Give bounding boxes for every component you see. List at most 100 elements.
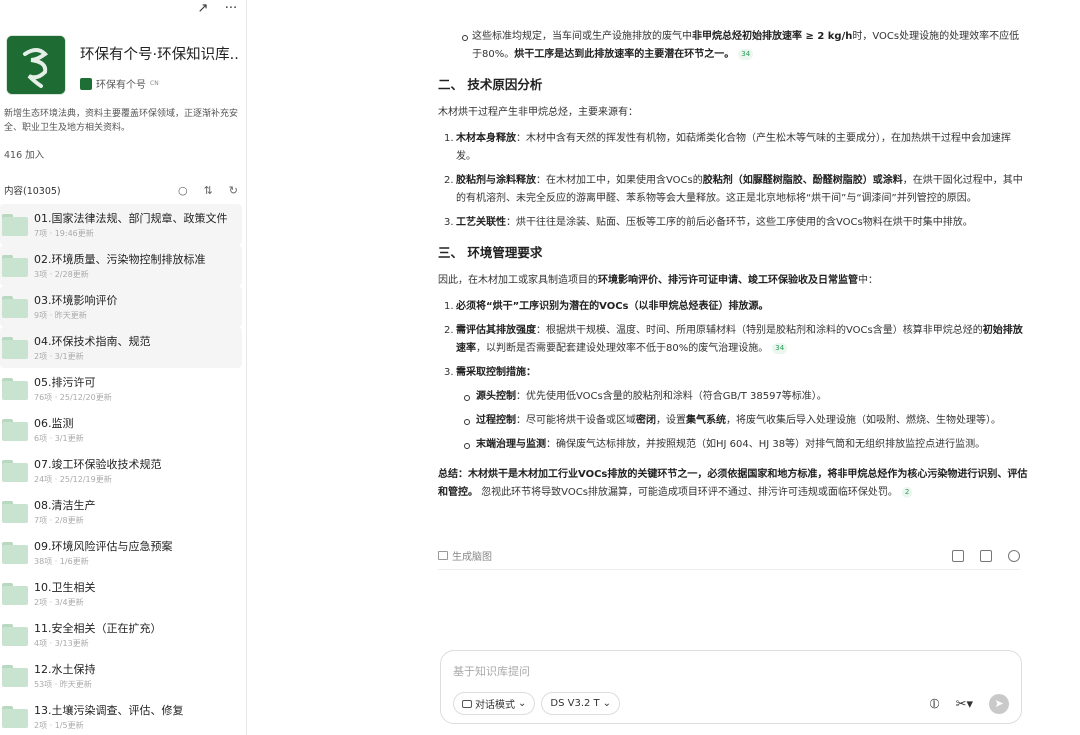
edit-icon[interactable] bbox=[952, 549, 964, 562]
citation-badge[interactable]: 34 bbox=[738, 48, 754, 60]
reply-bullet: 这些标准均规定，当车间或生产设施排放的废气中非甲烷总烃初始排放速率 ≥ 2 kg… bbox=[438, 28, 1028, 64]
folder-item[interactable]: 09.环境风险评估与应急预案 38项 · 1/6更新 bbox=[0, 532, 242, 573]
kb-logo bbox=[6, 35, 66, 95]
folder-meta: 3项 · 2/28更新 bbox=[34, 270, 89, 279]
content-count-label: 内容(10305) bbox=[4, 186, 61, 197]
reply-sub-item: 末端治理与监测：确保废气达标排放，并按照规范（如HJ 604、HJ 38等）对排… bbox=[438, 436, 1028, 454]
search-icon[interactable]: ○ bbox=[178, 184, 188, 197]
folder-name: 09.环境风险评估与应急预案 bbox=[34, 540, 173, 553]
chevron-down-icon: ⌄ bbox=[518, 698, 527, 709]
folder-name: 05.排污许可 bbox=[34, 376, 96, 389]
reply-bold: 密闭 bbox=[636, 415, 656, 426]
reply-bold: 胶粘剂与涂料释放 bbox=[456, 175, 536, 186]
reply-bold: 集气系统 bbox=[686, 415, 726, 426]
reply-paragraph: 木材烘干过程产生非甲烷总烃，主要来源有： bbox=[438, 107, 638, 118]
scissors-icon[interactable]: ✂▾ bbox=[956, 697, 973, 712]
folder-meta: 4项 · 3/13更新 bbox=[34, 639, 89, 648]
mode-label: 对话模式 bbox=[475, 700, 515, 711]
reply-bold: 需评估其排放强度 bbox=[456, 325, 536, 336]
reply-list-item: 1. 木材本身释放：木材中含有天然的挥发性有机物，如萜烯类化合物（产生松木等气味的… bbox=[444, 133, 1011, 162]
sidebar: ↗ ··· 环保有个号·环保知识库... 环保有个号 CN 新增生态环境法典，资料… bbox=[0, 0, 247, 735]
reply-bold: 源头控制 bbox=[476, 391, 516, 402]
folder-item[interactable]: 12.水土保持 53项 · 昨天更新 bbox=[0, 655, 242, 696]
kb-title: 环保有个号·环保知识库... bbox=[80, 47, 238, 63]
more-icon[interactable]: ··· bbox=[224, 2, 238, 16]
question-input[interactable]: 基于知识库提问 bbox=[453, 663, 530, 679]
chat-composer: 基于知识库提问 对话模式 ⌄ DS V3.2 T ⌄ ⦶ ✂▾ ➤ bbox=[440, 650, 1022, 724]
folder-item[interactable]: 07.竣工环保验收技术规范 24项 · 25/12/19更新 bbox=[0, 450, 242, 491]
folder-icon bbox=[2, 500, 28, 523]
reply-text: ：尽可能将烘干设备或区域 bbox=[516, 415, 636, 426]
refresh-icon[interactable]: ↻ bbox=[229, 184, 238, 197]
folder-name: 02.环境质量、污染物控制排放标准 bbox=[34, 253, 206, 266]
reply-text: ：木材中含有天然的挥发性有机物，如萜烯类化合物（产生松木等气味的主要成分），在加… bbox=[456, 133, 1011, 162]
assistant-reply: 这些标准均规定，当车间或生产设施排放的废气中非甲烷总烃初始排放速率 ≥ 2 kg… bbox=[438, 0, 1028, 510]
folder-meta: 7项 · 2/8更新 bbox=[34, 516, 84, 525]
folder-icon bbox=[2, 582, 28, 605]
folder-name: 04.环保技术指南、规范 bbox=[34, 335, 151, 348]
folder-name: 13.土壤污染调查、评估、修复 bbox=[34, 704, 184, 717]
folder-name: 03.环境影响评价 bbox=[34, 294, 118, 307]
generate-mindmap-button[interactable]: 生成脑图 bbox=[438, 548, 492, 563]
more-icon[interactable] bbox=[1008, 549, 1020, 562]
kb-owner[interactable]: 环保有个号 CN bbox=[80, 76, 238, 91]
kb-owner-suffix: CN bbox=[150, 80, 159, 87]
folder-meta: 24项 · 25/12/19更新 bbox=[34, 475, 112, 484]
share-icon[interactable]: ↗ bbox=[196, 2, 210, 16]
reply-text: ：在木材加工中，如果使用含VOCs的 bbox=[536, 175, 703, 186]
reply-text: ，将废气收集后导入处理设施（如吸附、燃烧、生物处理等）。 bbox=[726, 415, 1001, 426]
mode-select[interactable]: 对话模式 ⌄ bbox=[453, 692, 536, 715]
folder-meta: 76项 · 25/12/20更新 bbox=[34, 393, 112, 402]
reply-bold: 必须将“烘干”工序识别为潜在的VOCs（以非甲烷总烃表征）排放源。 bbox=[456, 301, 769, 312]
reply-bold: 烘干工序是达到此排放速率的主要潜在环节之一。 bbox=[514, 49, 735, 60]
mindmap-icon bbox=[438, 551, 448, 560]
attach-icon[interactable]: ⦶ bbox=[929, 696, 939, 712]
kb-header: 环保有个号·环保知识库... 环保有个号 CN bbox=[6, 35, 238, 95]
chat-icon bbox=[462, 699, 472, 708]
model-select[interactable]: DS V3.2 T ⌄ bbox=[541, 692, 621, 715]
citation-badge[interactable]: 34 bbox=[772, 342, 788, 354]
reply-summary: 总结：木材烘干是木材加工行业VOCs排放的关键环节之一，必须依据国家和地方标准，… bbox=[438, 466, 1028, 502]
citation-badge[interactable]: 2 bbox=[901, 486, 913, 498]
chevron-down-icon: ⌄ bbox=[602, 698, 612, 709]
chat-main: 这些标准均规定，当车间或生产设施排放的废气中非甲烷总烃初始排放速率 ≥ 2 kg… bbox=[248, 0, 1080, 735]
reply-bold: 需采取控制措施： bbox=[456, 367, 536, 378]
section-heading-tech: 二、 技术原因分析 bbox=[438, 77, 543, 92]
share-icon[interactable] bbox=[980, 549, 992, 562]
folder-item[interactable]: 10.卫生相关 2项 · 3/4更新 bbox=[0, 573, 242, 614]
reply-bold: 过程控制 bbox=[476, 415, 516, 426]
reply-bold: 环境影响评价、排污许可证申请、竣工环保验收及日常监管 bbox=[598, 275, 858, 286]
folder-icon bbox=[2, 295, 28, 318]
folder-item[interactable]: 02.环境质量、污染物控制排放标准 3项 · 2/28更新 bbox=[0, 245, 242, 286]
folder-meta: 2项 · 3/4更新 bbox=[34, 598, 84, 607]
reply-text: ：烘干往往是涂装、贴面、压板等工序的前后必备环节，这些工序使用的含VOCs物料在… bbox=[506, 217, 973, 228]
folder-icon bbox=[2, 459, 28, 482]
folder-item[interactable]: 11.安全相关（正在扩充） 4项 · 3/13更新 bbox=[0, 614, 242, 655]
reply-sub-item: 过程控制：尽可能将烘干设备或区域密闭，设置集气系统，将废气收集后导入处理设施（如… bbox=[438, 412, 1028, 430]
folder-item[interactable]: 01.国家法律法规、部门规章、政策文件 7项 · 19:46更新 bbox=[0, 204, 242, 245]
folder-icon bbox=[2, 705, 28, 728]
folder-item[interactable]: 08.清洁生产 7项 · 2/8更新 bbox=[0, 491, 242, 532]
folder-icon bbox=[2, 418, 28, 441]
folder-icon bbox=[2, 664, 28, 687]
send-button[interactable]: ➤ bbox=[989, 694, 1009, 714]
folder-item[interactable]: 03.环境影响评价 9项 · 昨天更新 bbox=[0, 286, 242, 327]
folder-name: 12.水土保持 bbox=[34, 663, 96, 676]
section-heading-env: 三、 环境管理要求 bbox=[438, 245, 543, 260]
folder-item[interactable]: 13.土壤污染调查、评估、修复 2项 · 1/5更新 bbox=[0, 696, 242, 735]
sort-icon[interactable]: ⇅ bbox=[204, 184, 213, 197]
folder-item[interactable]: 06.监测 6项 · 3/1更新 bbox=[0, 409, 242, 450]
folder-item[interactable]: 05.排污许可 76项 · 25/12/20更新 bbox=[0, 368, 242, 409]
folder-meta: 7项 · 19:46更新 bbox=[34, 229, 94, 238]
reply-text: ：确保废气达标排放，并按照规范（如HJ 604、HJ 38等）对排气筒和无组织排… bbox=[546, 439, 986, 450]
reply-list-item: 2. 胶粘剂与涂料释放：在木材加工中，如果使用含VOCs的胶粘剂（如脲醛树脂胶、酚… bbox=[444, 175, 1023, 204]
reply-list-item: 1. 必须将“烘干”工序识别为潜在的VOCs（以非甲烷总烃表征）排放源。 bbox=[444, 301, 769, 312]
folder-meta: 9项 · 昨天更新 bbox=[34, 311, 87, 320]
folder-icon bbox=[2, 623, 28, 646]
reply-bold: 非甲烷总烃初始排放速率 ≥ 2 kg/h bbox=[692, 31, 853, 42]
reply-text: ：优先使用低VOCs含量的胶粘剂和涂料（符合GB/T 38597等标准）。 bbox=[516, 391, 827, 402]
reply-text: 中： bbox=[858, 275, 878, 286]
folder-name: 07.竣工环保验收技术规范 bbox=[34, 458, 162, 471]
reply-text: 因此，在木材加工或家具制造项目的 bbox=[438, 275, 598, 286]
folder-item[interactable]: 04.环保技术指南、规范 2项 · 3/1更新 bbox=[0, 327, 242, 368]
